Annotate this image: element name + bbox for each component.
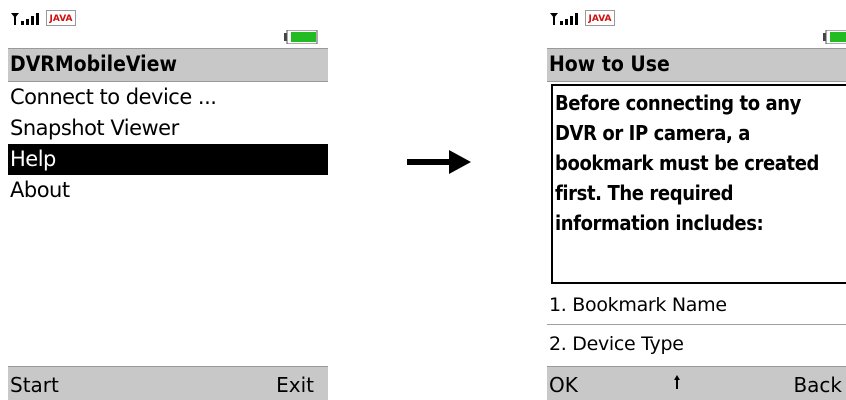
battery-icon [284, 30, 318, 44]
list-item: 1. Bookmark Name [547, 286, 846, 325]
menu-item-snapshot-viewer[interactable]: Snapshot Viewer [8, 113, 328, 144]
softkey-bar: Start Exit [8, 366, 328, 400]
main-menu-list: Connect to device ... Snapshot Viewer He… [8, 82, 328, 206]
phone-screen-main-menu: JAVA DVRMobileView Connect to device ...… [8, 8, 328, 400]
softkey-bar: OK Back [547, 366, 846, 400]
help-text-box: Before connecting to any DVR or IP camer… [551, 84, 846, 284]
start-softkey[interactable]: Start [10, 367, 59, 400]
menu-item-about[interactable]: About [8, 175, 328, 206]
battery-icon [823, 30, 846, 44]
status-bar: JAVA [547, 8, 846, 44]
java-badge: JAVA [585, 10, 615, 26]
list-item: 2. Device Type [549, 333, 684, 355]
back-softkey[interactable]: Back [793, 367, 842, 400]
menu-item-help[interactable]: Help [8, 144, 328, 175]
ok-softkey[interactable]: OK [549, 367, 578, 400]
phone-screen-help: JAVA How to Use Before connecting to any… [547, 8, 846, 400]
status-bar: JAVA [8, 8, 328, 44]
arrow-right-icon [407, 150, 471, 174]
screen-title: DVRMobileView [8, 48, 328, 82]
exit-softkey[interactable]: Exit [276, 367, 314, 400]
signal-icon [11, 13, 39, 25]
scroll-indicator-icon [674, 375, 680, 389]
required-info-list: 1. Bookmark Name 2. Device Type [547, 286, 846, 363]
screen-title: How to Use [547, 48, 846, 82]
menu-item-connect[interactable]: Connect to device ... [8, 82, 328, 113]
java-badge: JAVA [46, 10, 76, 26]
signal-icon [550, 13, 578, 25]
